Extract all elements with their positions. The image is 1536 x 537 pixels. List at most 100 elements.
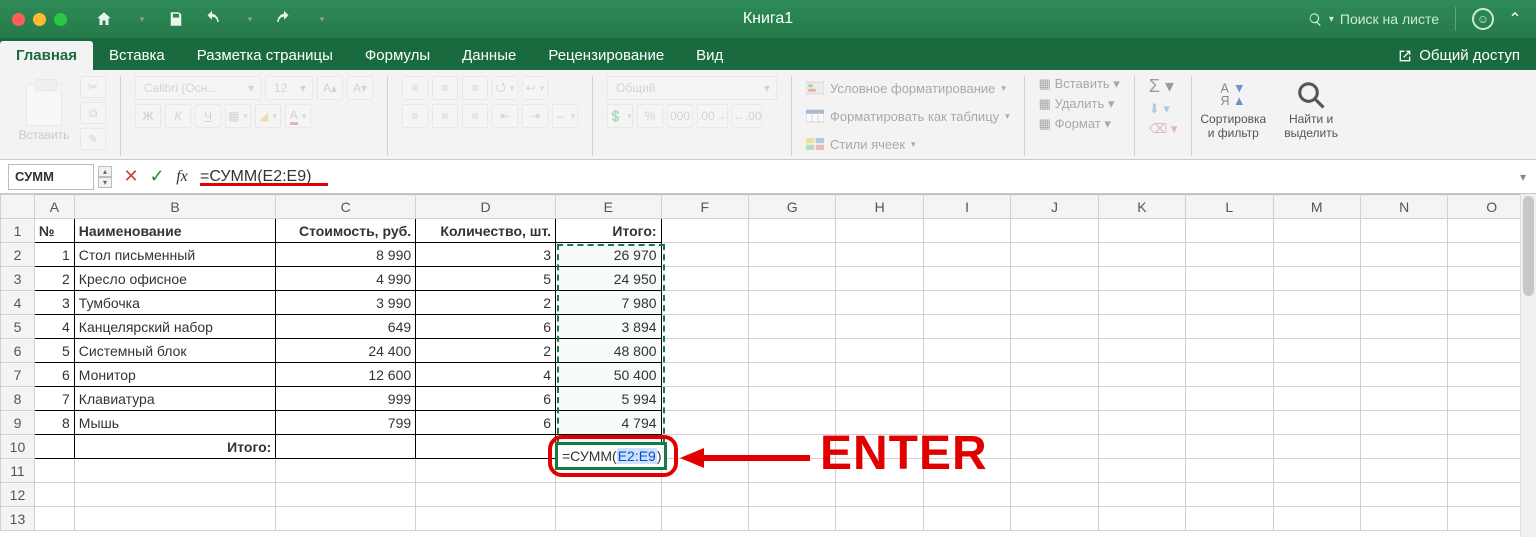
format-cells[interactable]: ▦ Формат ▾ <box>1039 116 1120 132</box>
cell[interactable] <box>748 387 835 411</box>
cell[interactable] <box>1098 267 1185 291</box>
cell[interactable]: 5 994 <box>555 387 661 411</box>
comma-icon[interactable]: 000 <box>667 104 693 128</box>
tab-data[interactable]: Данные <box>446 41 532 70</box>
cell[interactable] <box>34 483 74 507</box>
cell[interactable] <box>1098 219 1185 243</box>
cell[interactable]: Итого: <box>74 435 276 459</box>
cell[interactable] <box>1011 339 1098 363</box>
cell-styles[interactable]: Стили ячеек▾ <box>806 132 1010 156</box>
cell[interactable]: 4 990 <box>276 267 416 291</box>
cell[interactable] <box>1186 507 1273 531</box>
cell[interactable]: 999 <box>276 387 416 411</box>
row-header[interactable]: 1 <box>1 219 35 243</box>
formula-input[interactable]: =СУММ(E2:E9) <box>194 168 1520 186</box>
cell[interactable] <box>1186 243 1273 267</box>
tab-review[interactable]: Рецензирование <box>532 41 680 70</box>
underline-button[interactable]: Ч <box>195 104 221 128</box>
cell[interactable]: 24 950 <box>555 267 661 291</box>
col-header[interactable]: K <box>1098 195 1185 219</box>
cell[interactable]: Итого: <box>555 219 661 243</box>
cell[interactable]: Клавиатура <box>74 387 276 411</box>
cell[interactable] <box>748 339 835 363</box>
minimize-window[interactable] <box>33 13 46 26</box>
name-box-stepper[interactable]: ▴▾ <box>98 166 112 188</box>
col-header[interactable]: F <box>661 195 748 219</box>
cell[interactable] <box>1360 219 1447 243</box>
cell[interactable] <box>748 219 835 243</box>
cell[interactable]: Стол письменный <box>74 243 276 267</box>
cell[interactable]: Системный блок <box>74 339 276 363</box>
share-button[interactable]: Общий доступ <box>1381 41 1536 70</box>
cell[interactable] <box>1011 243 1098 267</box>
cell[interactable] <box>1098 339 1185 363</box>
cell[interactable] <box>748 507 835 531</box>
cell[interactable] <box>1360 411 1447 435</box>
fx-icon[interactable]: fx <box>170 168 194 186</box>
cell[interactable] <box>661 291 748 315</box>
cell[interactable] <box>923 315 1010 339</box>
cell[interactable] <box>748 267 835 291</box>
grow-font-icon[interactable]: A▴ <box>317 76 343 100</box>
cell[interactable] <box>1098 435 1185 459</box>
formula-bar-expand-icon[interactable]: ▾ <box>1520 170 1526 184</box>
cell[interactable] <box>923 363 1010 387</box>
cell[interactable]: 3 <box>416 243 556 267</box>
autosum[interactable]: Σ ▾ <box>1149 76 1178 97</box>
cell[interactable] <box>1273 291 1360 315</box>
cell[interactable] <box>1186 363 1273 387</box>
cell[interactable] <box>836 315 923 339</box>
cell[interactable]: 5 <box>416 267 556 291</box>
cell[interactable] <box>1273 243 1360 267</box>
cell[interactable]: Тумбочка <box>74 291 276 315</box>
cell[interactable] <box>1011 459 1098 483</box>
cell[interactable]: 3 894 <box>555 315 661 339</box>
row-header[interactable]: 13 <box>1 507 35 531</box>
cell[interactable] <box>1186 315 1273 339</box>
row-header[interactable]: 6 <box>1 339 35 363</box>
col-header[interactable]: E <box>555 195 661 219</box>
cell[interactable] <box>661 219 748 243</box>
cell[interactable] <box>923 483 1010 507</box>
cell[interactable] <box>1011 219 1098 243</box>
copy-icon[interactable]: ⧉ <box>80 102 106 124</box>
cell[interactable] <box>1098 483 1185 507</box>
cell[interactable] <box>1360 291 1447 315</box>
cell[interactable] <box>1273 219 1360 243</box>
cell[interactable] <box>1360 507 1447 531</box>
cell[interactable]: 2 <box>416 291 556 315</box>
font-size-select[interactable]: 12▾ <box>265 76 313 100</box>
undo-icon[interactable] <box>197 4 227 34</box>
cell[interactable]: 48 800 <box>555 339 661 363</box>
cell[interactable] <box>748 483 835 507</box>
cell[interactable] <box>1273 339 1360 363</box>
cell[interactable] <box>1011 435 1098 459</box>
scrollbar-thumb[interactable] <box>1523 196 1534 296</box>
align-top-icon[interactable]: ≡ <box>402 76 428 100</box>
cell[interactable]: 24 400 <box>276 339 416 363</box>
cell[interactable]: № <box>34 219 74 243</box>
cell[interactable]: 2 <box>34 267 74 291</box>
increase-decimal-icon[interactable]: .00→ <box>697 104 728 128</box>
cell[interactable] <box>836 243 923 267</box>
row-header[interactable]: 12 <box>1 483 35 507</box>
cell[interactable] <box>1098 243 1185 267</box>
cell[interactable] <box>74 507 276 531</box>
cell[interactable] <box>923 291 1010 315</box>
cell[interactable]: 5 <box>34 339 74 363</box>
cell[interactable] <box>1273 267 1360 291</box>
merge-cells-icon[interactable]: ⇔ <box>552 104 578 128</box>
cell[interactable] <box>1098 315 1185 339</box>
conditional-formatting[interactable]: Условное форматирование▾ <box>806 76 1010 100</box>
cell[interactable]: 50 400 <box>555 363 661 387</box>
cell[interactable] <box>276 507 416 531</box>
align-center-icon[interactable]: ≡ <box>432 104 458 128</box>
spreadsheet-grid[interactable]: A B C D E F G H I J K L M N O 1 № Наимен… <box>0 194 1536 537</box>
cell[interactable]: 1 <box>34 243 74 267</box>
cell[interactable] <box>1011 507 1098 531</box>
cell[interactable]: 6 <box>416 315 556 339</box>
cell[interactable] <box>1273 363 1360 387</box>
cell[interactable]: Стоимость, руб. <box>276 219 416 243</box>
cell[interactable] <box>1273 435 1360 459</box>
indent-decrease-icon[interactable]: ⇤ <box>492 104 518 128</box>
